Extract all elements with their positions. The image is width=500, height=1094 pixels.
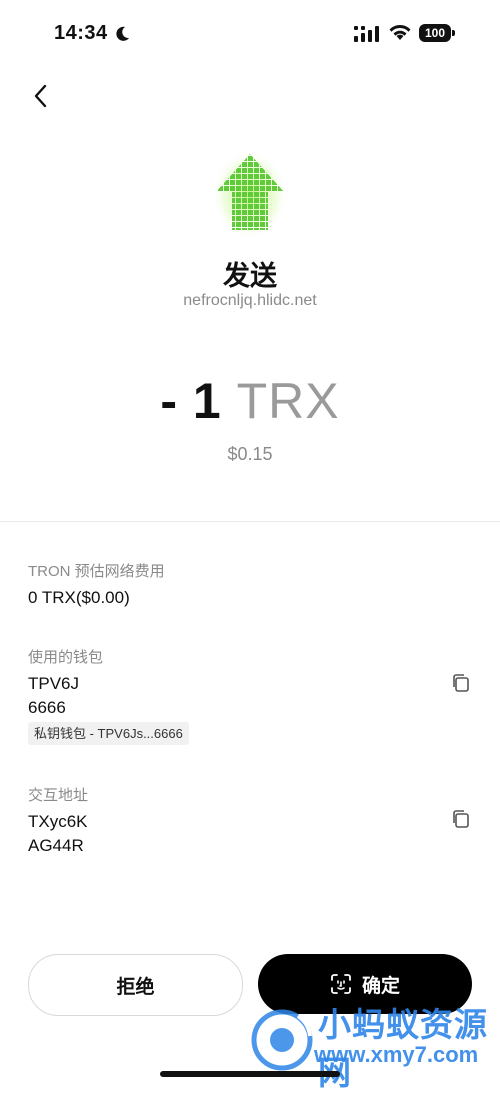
fee-value: 0 TRX($0.00) <box>28 588 130 607</box>
fiat-amount: $0.15 <box>227 444 273 464</box>
amount-value: - 1 <box>160 373 222 429</box>
status-bar: 14:34 100 <box>0 0 500 64</box>
battery-level: 100 <box>419 24 451 42</box>
fee-label: TRON 预估网络费用 <box>28 563 165 580</box>
send-arrow-icon <box>212 150 288 240</box>
home-indicator <box>160 1071 340 1077</box>
copy-interaction-icon[interactable] <box>450 808 472 830</box>
status-time: 14:34 <box>54 22 108 44</box>
face-id-icon <box>331 974 351 994</box>
back-button[interactable] <box>26 80 58 112</box>
reject-button[interactable]: 拒绝 <box>28 954 243 1016</box>
confirm-label: 确定 <box>361 975 400 997</box>
interaction-address-line1: TXyc6K <box>28 812 88 831</box>
divider <box>0 521 500 522</box>
wallet-address-line2: 6666 <box>28 698 66 717</box>
interaction-address-line2: AG44R <box>28 836 84 855</box>
wallet-tag: 私钥钱包 - TPV6Js...6666 <box>28 722 189 745</box>
wallet-address-line1: TPV6J <box>28 674 80 693</box>
copy-wallet-icon[interactable] <box>450 672 472 694</box>
battery-icon: 100 <box>419 24 455 42</box>
interaction-label: 交互地址 <box>28 787 89 804</box>
dapp-origin: nefrocnljq.hlidc.net <box>183 292 317 309</box>
watermark-url: www.xmy7.com <box>314 1042 479 1067</box>
signal-icon <box>354 26 379 42</box>
page-title: 发送 <box>223 261 277 291</box>
wifi-icon <box>389 25 411 40</box>
send-amount: - 1 TRX <box>0 372 500 430</box>
wallet-label: 使用的钱包 <box>28 649 104 666</box>
moon-icon <box>116 26 129 41</box>
confirm-button[interactable]: 确定 <box>258 954 472 1014</box>
amount-symbol: TRX <box>236 373 340 429</box>
